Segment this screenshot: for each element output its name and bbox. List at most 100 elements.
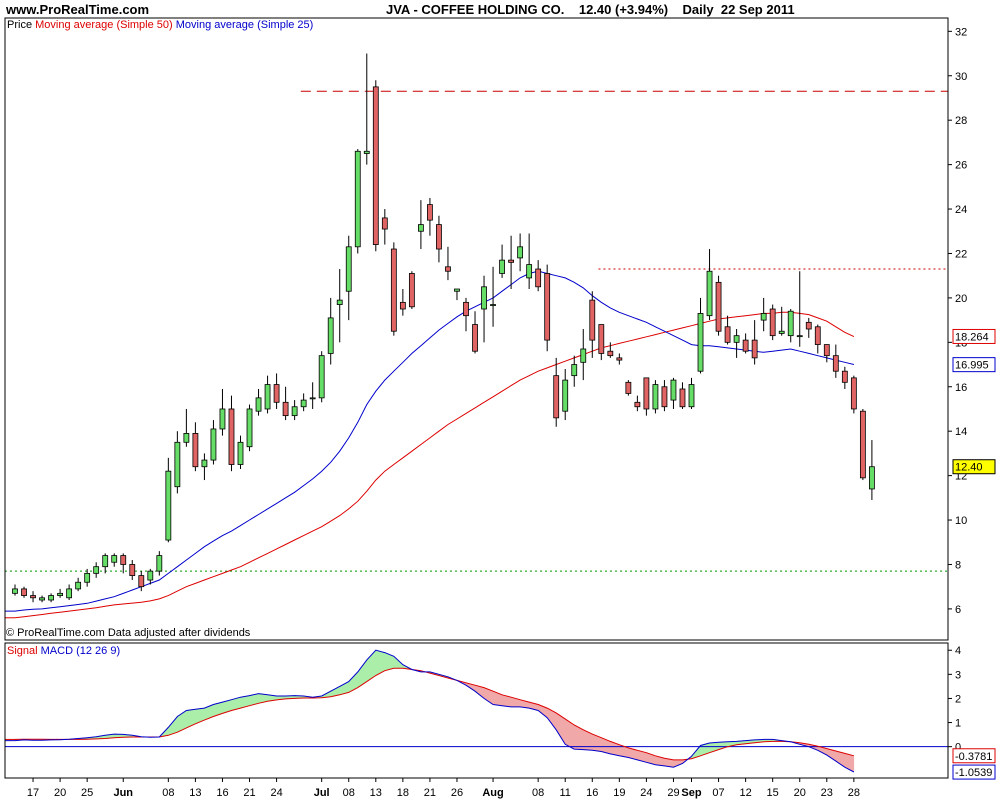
- candle-body: [670, 379, 677, 401]
- axes: 6 8 10 12 14 16 18 20 22 24 26 28 30 3 20 1 23 4 17 20 25 Jun…: [4, 17, 996, 799]
- candle-body: [634, 401, 641, 408]
- price-panel: [5, 53, 948, 619]
- candle-body: [796, 335, 803, 338]
- candle-body: [625, 381, 632, 394]
- candle-body: [436, 224, 442, 250]
- candle-body: [291, 406, 298, 417]
- price-ytick-label: 6: [955, 604, 961, 616]
- candle-body: [571, 364, 578, 377]
- macd-histogram-fill: [348, 671, 359, 693]
- candle-body: [598, 324, 605, 354]
- price-ytick-label: 20: [955, 293, 967, 305]
- candle-body: [417, 224, 424, 232]
- xtick-label: Sep: [681, 787, 701, 799]
- candle-body: [445, 266, 451, 272]
- candle-body: [372, 86, 379, 245]
- candle-body: [697, 313, 704, 372]
- candle-body: [427, 204, 433, 221]
- candle-body: [535, 268, 542, 288]
- candle-body: [850, 377, 857, 410]
- candle-body: [481, 286, 487, 310]
- candle-body: [21, 588, 27, 596]
- xtick-label: 20: [54, 787, 66, 799]
- candle-body: [526, 264, 533, 279]
- candle-body: [156, 555, 163, 572]
- xtick-label: 12: [739, 787, 751, 799]
- candle-body: [679, 388, 686, 408]
- candle-body: [336, 299, 343, 305]
- macd-panel: [5, 649, 948, 773]
- price-ytick-label: 14: [955, 426, 967, 438]
- candle-body: [562, 379, 569, 412]
- xtick-label: 08: [532, 787, 544, 799]
- candle-body: [814, 326, 821, 345]
- candle-body: [12, 588, 18, 594]
- xtick-label: 25: [81, 787, 93, 799]
- candle-body: [174, 441, 181, 488]
- xtick-label: 07: [712, 787, 724, 799]
- macd-histogram-fill: [186, 709, 196, 729]
- candle-body: [859, 410, 866, 479]
- candle-body: [147, 570, 154, 581]
- candle-body: [138, 575, 145, 588]
- candle-body: [381, 217, 388, 230]
- xtick-label: 18: [397, 787, 409, 799]
- candle-body: [120, 555, 127, 565]
- candle-body: [832, 355, 839, 372]
- chart-canvas: 6 8 10 12 14 16 18 20 22 24 26 28 30 3 20 1 23 4 17 20 25 Jun…: [4, 17, 996, 799]
- macd-line: [14, 649, 855, 773]
- candle-body: [733, 335, 740, 343]
- xtick-label: 16: [586, 787, 598, 799]
- price-ytick-label: 8: [955, 559, 961, 571]
- header: www.ProRealTime.com JVA - COFFEE HOLDING…: [0, 0, 1000, 18]
- xtick-label: 13: [189, 787, 201, 799]
- candle-body: [544, 273, 551, 341]
- candle-body: [643, 377, 650, 410]
- candle-body: [706, 270, 713, 317]
- candle-body: [309, 397, 316, 400]
- candle-body: [318, 355, 325, 399]
- candle-body: [84, 572, 91, 583]
- candle-body: [589, 299, 596, 341]
- site-link[interactable]: www.ProRealTime.com: [6, 2, 149, 17]
- candle-body: [48, 595, 54, 601]
- candle-body: [751, 339, 758, 359]
- candle-body: [201, 459, 208, 468]
- candle-body: [805, 321, 812, 330]
- candle-body: [210, 428, 217, 461]
- macd-legend: Signal MACD (12 26 9): [7, 645, 120, 657]
- price-last-value-label: 16.995: [955, 360, 989, 372]
- macd-histogram-fill: [357, 659, 368, 689]
- candle-body: [219, 408, 226, 430]
- candle-body: [30, 595, 36, 599]
- candle-body: [228, 408, 235, 465]
- xtick-label: 13: [370, 787, 382, 799]
- candle-body: [282, 401, 289, 417]
- candle-body: [454, 288, 460, 292]
- xtick-label: 26: [451, 787, 463, 799]
- candle-body: [354, 150, 361, 248]
- candle-body: [499, 259, 505, 274]
- candle-body: [490, 304, 496, 306]
- candle-body: [841, 370, 848, 383]
- xtick-label: 15: [767, 787, 779, 799]
- price-ytick-label: 10: [955, 515, 967, 527]
- xtick-label: 23: [821, 787, 833, 799]
- xtick-label: Aug: [482, 787, 503, 799]
- xtick-label: 21: [424, 787, 436, 799]
- candle-body: [553, 375, 560, 419]
- price-ytick-label: 32: [955, 26, 967, 38]
- legend-ma25: Moving average (Simple 25): [175, 19, 314, 31]
- candle-body: [508, 259, 515, 263]
- macd-last-value-label: -0.3781: [955, 751, 992, 763]
- candle-body: [255, 397, 262, 412]
- candle-body: [652, 384, 659, 410]
- legend-signal: Signal: [7, 645, 38, 657]
- xtick-label: 11: [560, 787, 571, 799]
- candle-body: [742, 339, 749, 352]
- xtick-label: 17: [27, 787, 39, 799]
- candle-body: [390, 248, 397, 332]
- price-last-value-label: 12.40: [955, 462, 983, 474]
- candle-body: [129, 564, 136, 576]
- candle-body: [93, 566, 100, 574]
